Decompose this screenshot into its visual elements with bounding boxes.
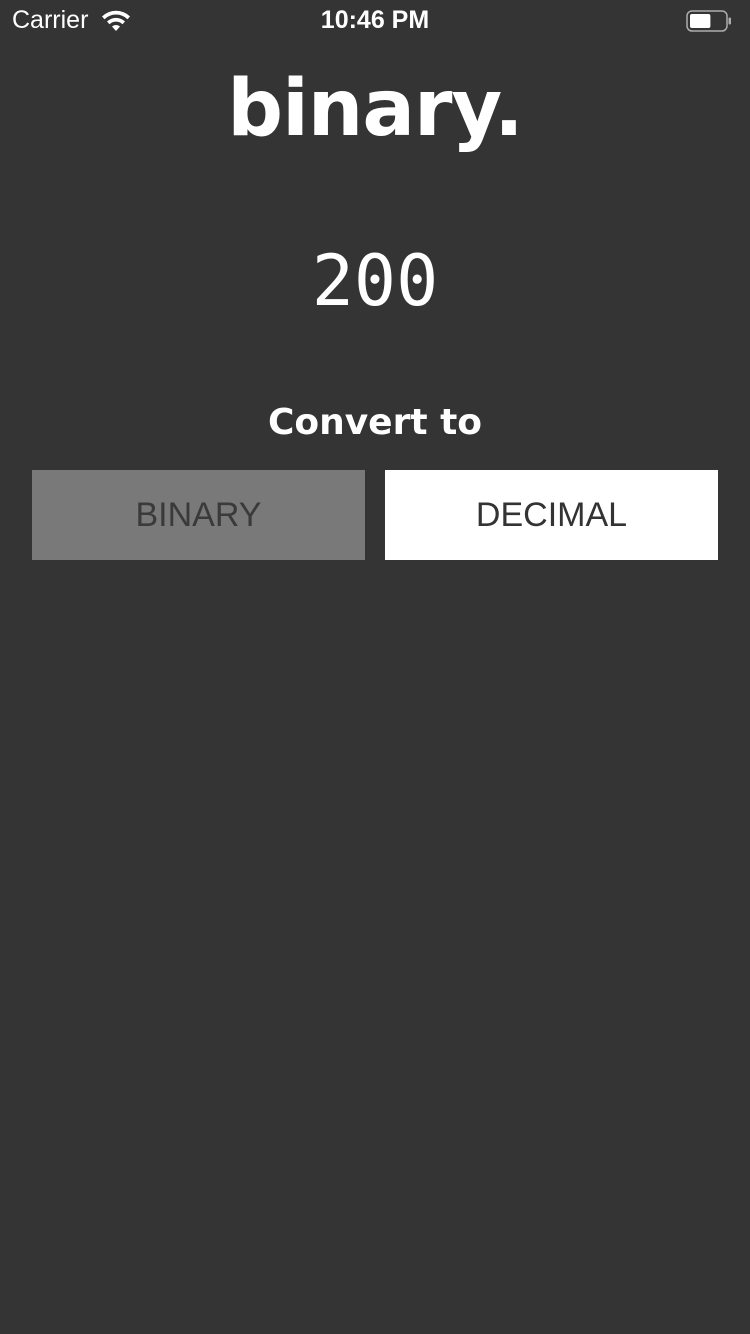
convert-label: Convert to [267, 402, 483, 443]
clock: 10:46 PM [320, 6, 430, 34]
number-input[interactable] [175, 236, 575, 326]
battery-icon [686, 10, 731, 32]
decimal-button[interactable]: DECIMAL [385, 470, 718, 560]
binary-button[interactable]: BINARY [32, 470, 365, 560]
status-bar: Carrier 10:46 PM [0, 0, 750, 40]
app-title: binary. [227, 64, 524, 154]
